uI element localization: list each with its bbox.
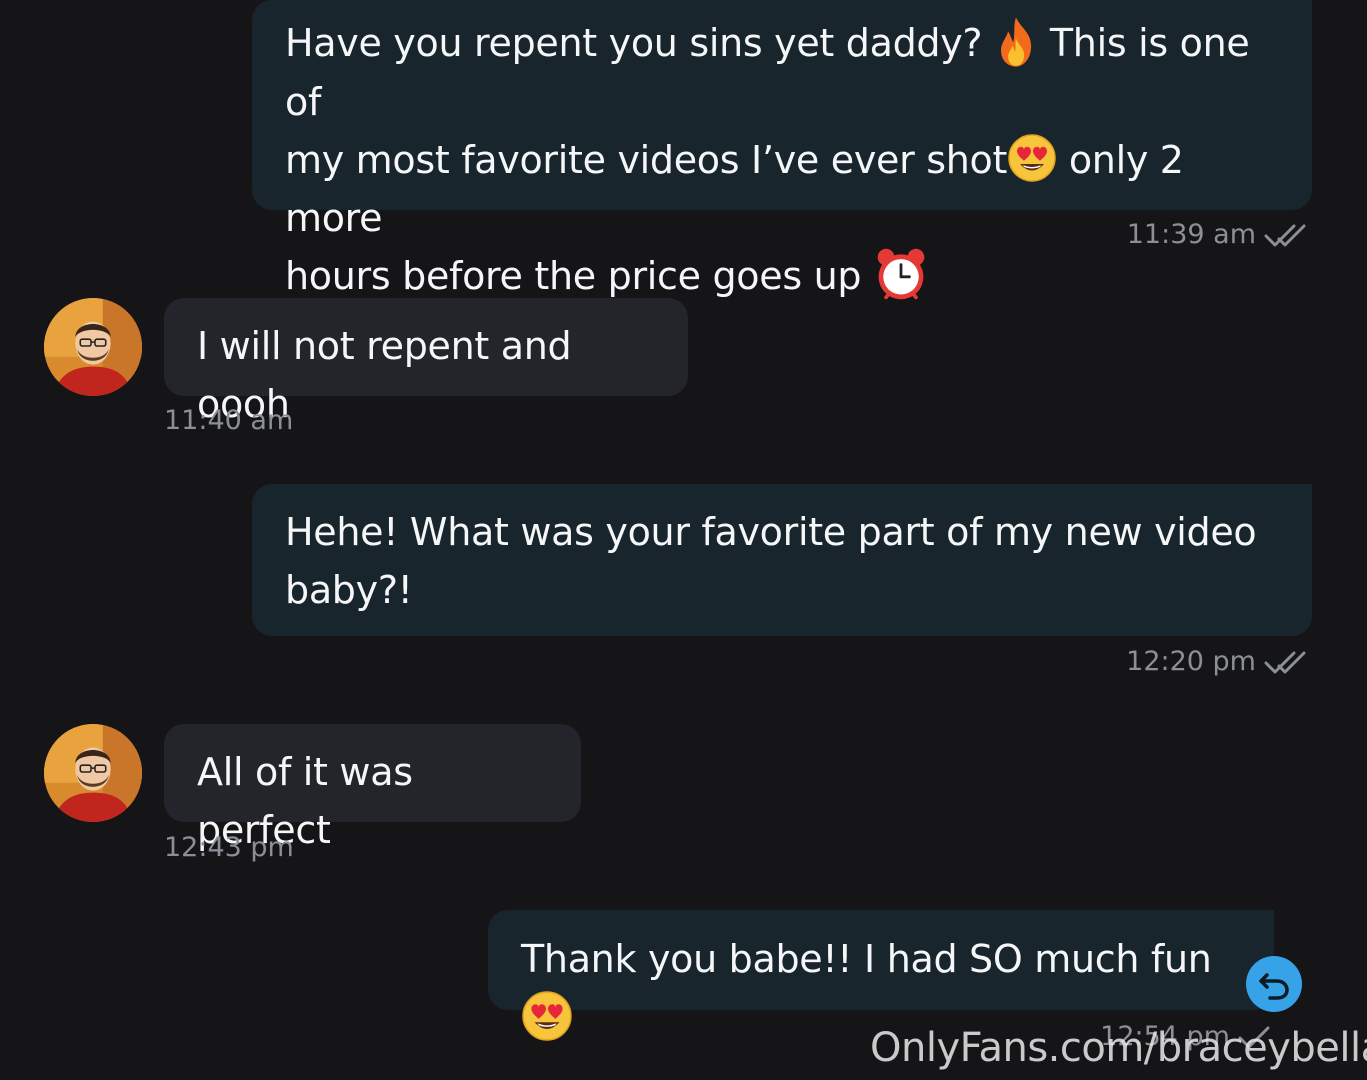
reply-button[interactable] [1246, 956, 1302, 1012]
message-text: Thank you babe!! I had SO much fun [521, 937, 1212, 981]
message-line: Hehe! What was your favorite part of my … [285, 510, 1257, 554]
user-avatar[interactable] [44, 298, 142, 396]
double-check-icon [1264, 223, 1312, 249]
alarm-clock-emoji [873, 246, 929, 302]
message-line: Have you repent you sins yet daddy? This… [285, 14, 1292, 131]
message-timestamp: 12:43 pm [164, 832, 294, 863]
heart-eyes-emoji [521, 990, 573, 1042]
incoming-message-bubble[interactable]: I will not repent and oooh [164, 298, 688, 426]
message-line: baby?! [285, 568, 413, 612]
message-timestamp: 11:39 am [1100, 218, 1312, 252]
double-check-icon [1264, 650, 1312, 676]
user-avatar[interactable] [44, 724, 142, 822]
fire-emoji [994, 15, 1038, 69]
message-timestamp: 11:40 am [164, 405, 294, 436]
heart-eyes-emoji [1007, 133, 1057, 183]
message-timestamp: 12:20 pm [1100, 645, 1312, 679]
outgoing-message-bubble[interactable]: Have you repent you sins yet daddy? This… [252, 0, 1312, 210]
outgoing-message-bubble[interactable]: Hehe! What was your favorite part of my … [252, 484, 1312, 636]
outgoing-message-bubble[interactable]: Thank you babe!! I had SO much fun [488, 910, 1274, 1010]
incoming-message-bubble[interactable]: All of it was perfect [164, 724, 581, 852]
watermark: OnlyFans.com/braceybella [870, 1025, 1367, 1071]
undo-arrow-icon [1259, 973, 1289, 1000]
